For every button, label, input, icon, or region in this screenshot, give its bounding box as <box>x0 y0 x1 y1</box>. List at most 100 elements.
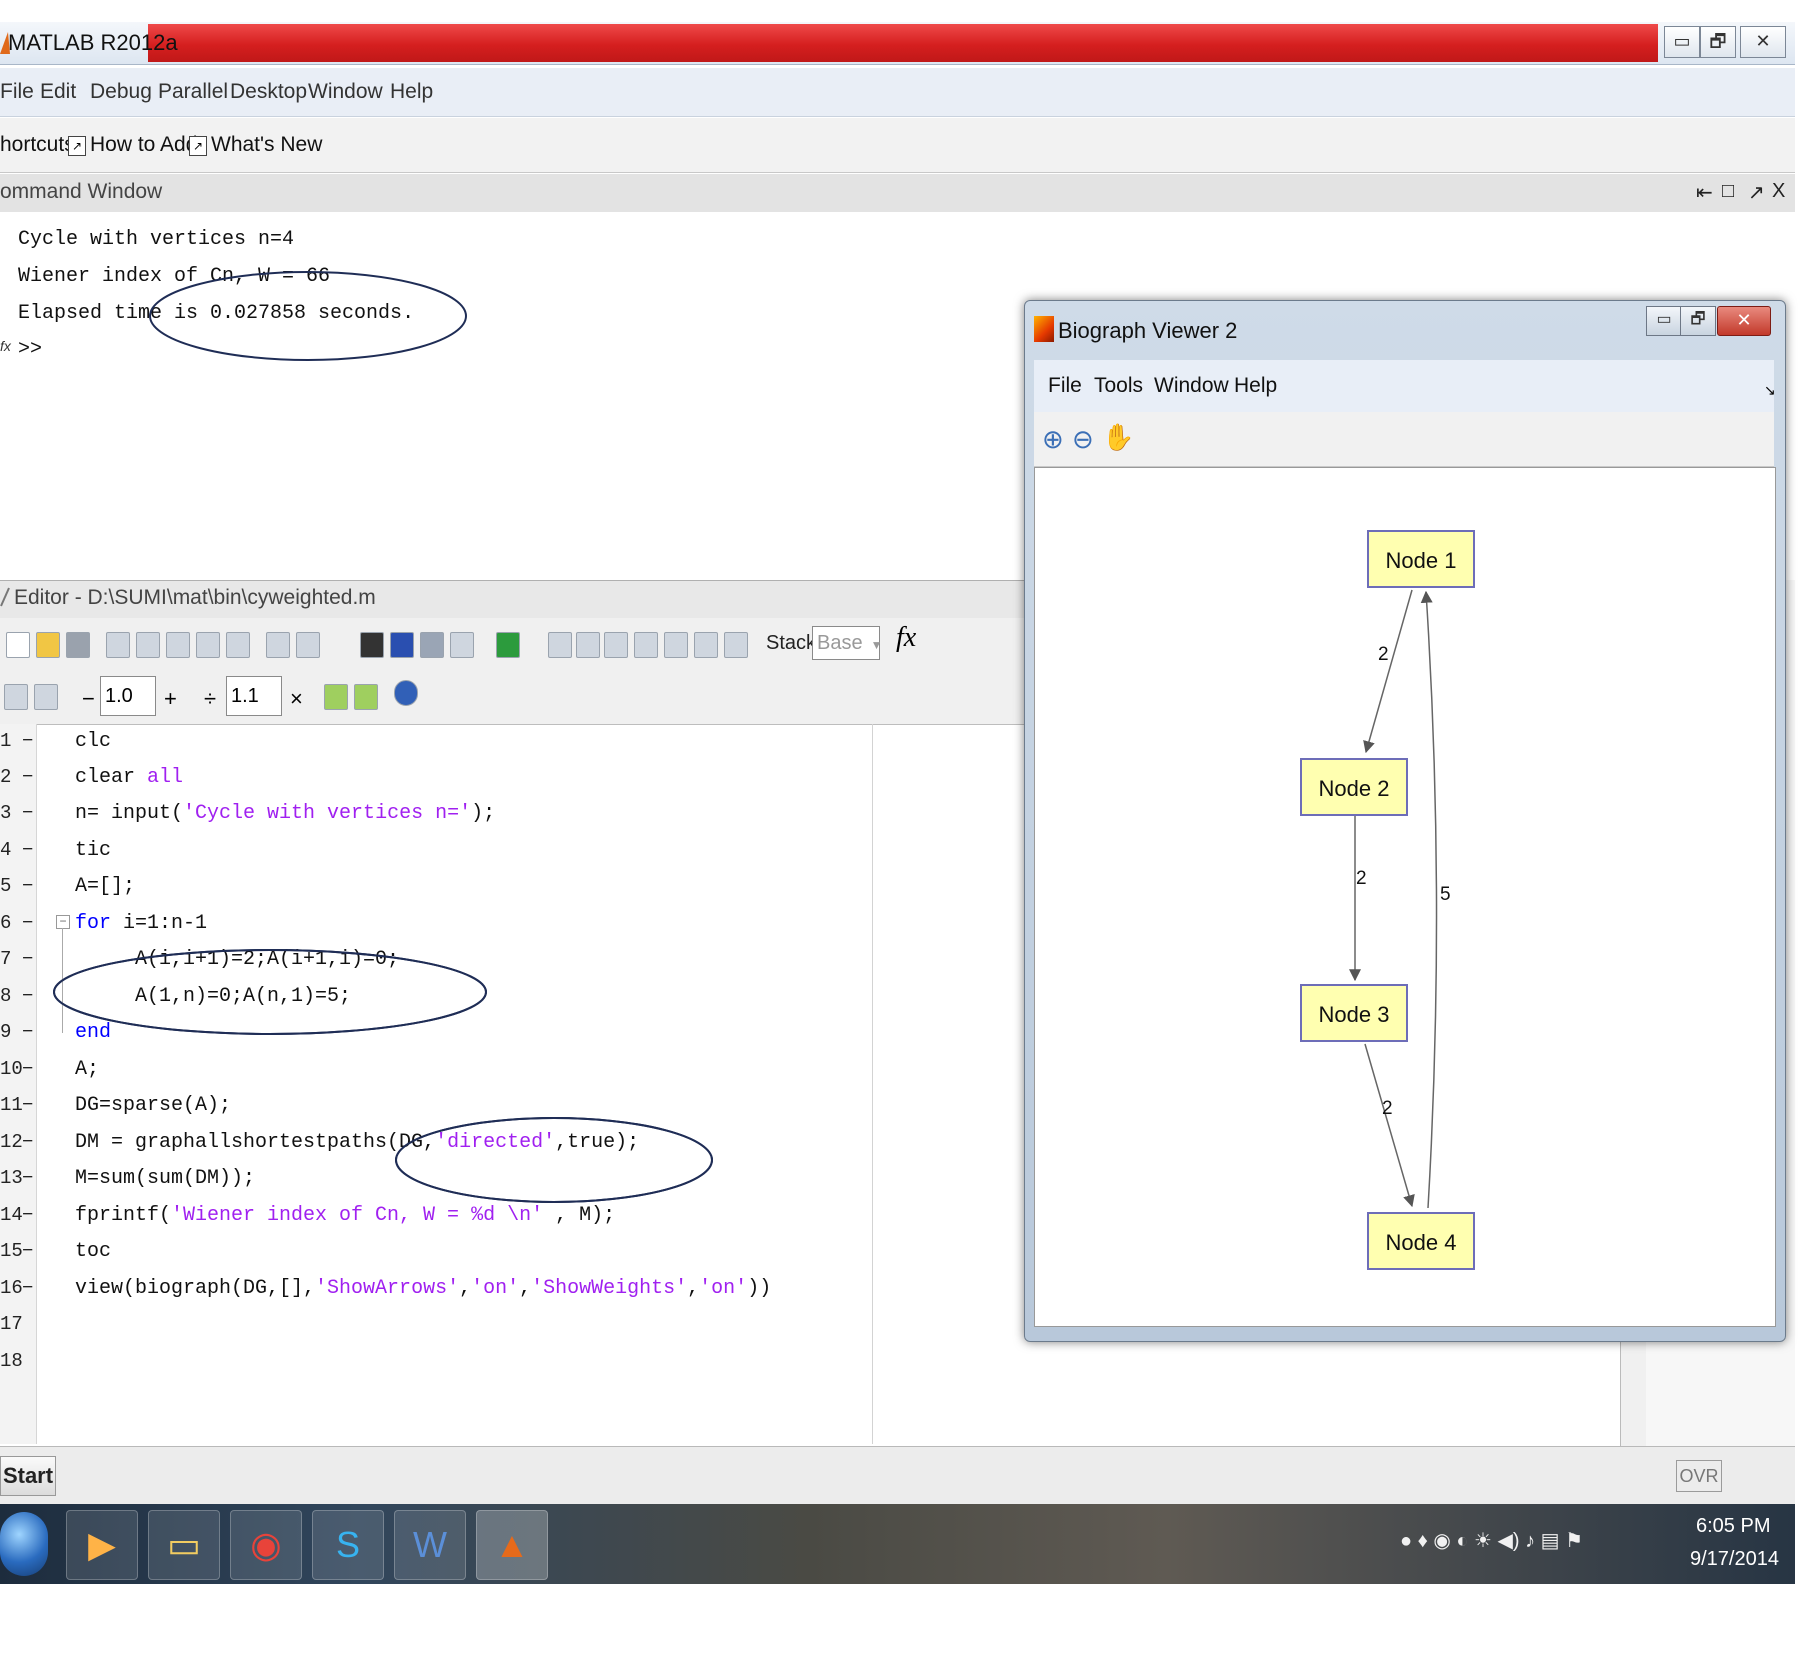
executable-marker[interactable]: − <box>22 1058 33 1080</box>
code-line[interactable]: A; <box>75 1058 99 1081</box>
undo-icon[interactable] <box>196 632 220 658</box>
code-line[interactable]: A(1,n)=0;A(n,1)=5; <box>75 985 351 1008</box>
executable-marker[interactable]: − <box>22 912 33 934</box>
menu-parallel[interactable]: Parallel <box>158 80 228 104</box>
how-to-add-link[interactable]: How to Add <box>90 133 197 157</box>
executable-marker[interactable]: − <box>22 802 33 824</box>
code-line[interactable]: DG=sparse(A); <box>75 1094 231 1117</box>
executable-marker[interactable]: − <box>22 1167 33 1189</box>
biograph-canvas[interactable] <box>1034 467 1776 1327</box>
graph-node[interactable]: Node 3 <box>1300 984 1408 1042</box>
code-line[interactable]: DM = graphallshortestpaths(DG,'directed'… <box>75 1131 639 1154</box>
command-prompt[interactable]: >> <box>18 338 42 361</box>
taskbar-word[interactable]: W <box>394 1510 466 1580</box>
print-icon[interactable] <box>266 632 290 658</box>
multiply-icon[interactable]: × <box>290 686 303 712</box>
graph-node[interactable]: Node 4 <box>1367 1212 1475 1270</box>
code-line[interactable]: tic <box>75 839 111 862</box>
code-line[interactable]: n= input('Cycle with vertices n='); <box>75 802 495 825</box>
run-icon[interactable] <box>496 632 520 658</box>
clear-breakpoints-icon[interactable] <box>576 632 600 658</box>
breakpoint-icon[interactable] <box>548 632 572 658</box>
continue-icon[interactable] <box>694 632 718 658</box>
menu-desktop[interactable]: Desktop <box>230 80 307 104</box>
graph-node[interactable]: Node 1 <box>1367 530 1475 588</box>
step-in-icon[interactable] <box>634 632 658 658</box>
go-forward-icon[interactable] <box>420 632 444 658</box>
taskbar-media-player[interactable]: ▶ <box>66 1510 138 1580</box>
cell-increment-field[interactable]: 1.0 <box>100 676 156 716</box>
zoom-in-icon[interactable]: ⊕ <box>1042 424 1064 455</box>
redo-icon[interactable] <box>226 632 250 658</box>
executable-marker[interactable]: − <box>22 875 33 897</box>
fx-icon[interactable]: fx <box>896 622 916 654</box>
biograph-close-button[interactable]: ✕ <box>1717 306 1771 336</box>
cut-icon[interactable] <box>106 632 130 658</box>
cell-eval-advance-icon[interactable] <box>34 684 58 710</box>
executable-marker[interactable]: − <box>22 985 33 1007</box>
biograph-maximize-button[interactable]: 🗗 <box>1680 306 1716 336</box>
pin-icon[interactable]: ↗ <box>1748 180 1765 205</box>
code-line[interactable]: fprintf('Wiener index of Cn, W = %d \n' … <box>75 1204 615 1227</box>
pan-hand-icon[interactable]: ✋ <box>1102 422 1134 453</box>
code-line[interactable]: M=sum(sum(DM)); <box>75 1167 255 1190</box>
executable-marker[interactable]: − <box>22 730 33 752</box>
menu-help[interactable]: Help <box>390 80 433 104</box>
clock-date[interactable]: 9/17/2014 <box>1690 1548 1779 1571</box>
step-out-icon[interactable] <box>664 632 688 658</box>
executable-marker[interactable]: − <box>22 839 33 861</box>
tray-icons[interactable]: ● ♦ ◉ ◐ ☀ ◀) ♪ ▤ ⚑ <box>1400 1528 1583 1553</box>
whats-new-link[interactable]: What's New <box>211 133 322 157</box>
maximize-button[interactable]: 🗗 <box>1700 26 1736 58</box>
code-line[interactable]: clear all <box>75 766 183 789</box>
executable-marker[interactable]: − <box>22 1131 33 1153</box>
biograph-menu-window[interactable]: Window <box>1154 374 1229 398</box>
open-folder-icon[interactable] <box>36 632 60 658</box>
code-line[interactable]: for i=1:n-1 <box>75 912 207 935</box>
taskbar-skype[interactable]: S <box>312 1510 384 1580</box>
executable-marker[interactable]: − <box>22 1204 33 1226</box>
go-back-icon[interactable] <box>390 632 414 658</box>
executable-marker[interactable]: − <box>22 1094 33 1116</box>
increment-icon[interactable]: + <box>164 686 177 712</box>
fold-toggle-icon[interactable]: − <box>56 915 70 929</box>
maximize-panel-icon[interactable]: □ <box>1722 180 1734 203</box>
menu-edit[interactable]: Edit <box>40 80 76 104</box>
menu-debug[interactable]: Debug <box>90 80 152 104</box>
taskbar-matlab[interactable]: ▲ <box>476 1510 548 1580</box>
minimize-button[interactable]: ▭ <box>1664 26 1700 58</box>
cell-eval-icon[interactable] <box>4 684 28 710</box>
start-orb-icon[interactable] <box>0 1512 48 1576</box>
help-info-icon[interactable] <box>394 680 418 706</box>
decrement-icon[interactable]: − <box>82 686 95 712</box>
cell-multiplier-field[interactable]: 1.1 <box>226 676 282 716</box>
shortcuts-label[interactable]: hortcuts <box>0 133 75 157</box>
close-button[interactable]: ✕ <box>1740 26 1786 58</box>
start-button[interactable]: Start <box>0 1456 56 1496</box>
executable-marker[interactable]: − <box>22 766 33 788</box>
code-line[interactable]: clc <box>75 730 111 753</box>
code-line[interactable]: A=[]; <box>75 875 135 898</box>
code-line[interactable]: A(i,i+1)=2;A(i+1,i)=0; <box>75 948 399 971</box>
code-line[interactable]: view(biograph(DG,[],'ShowArrows','on','S… <box>75 1277 771 1300</box>
save-icon[interactable] <box>66 632 90 658</box>
stack-select[interactable]: Base ▼ <box>812 626 882 660</box>
undock-icon[interactable]: ⇤ <box>1696 180 1713 205</box>
paste-icon[interactable] <box>166 632 190 658</box>
biograph-menu-tools[interactable]: Tools <box>1094 374 1143 398</box>
step-icon[interactable] <box>604 632 628 658</box>
zoom-out-icon[interactable]: ⊖ <box>1072 424 1094 455</box>
taskbar-file-explorer[interactable]: ▭ <box>148 1510 220 1580</box>
code-line[interactable]: toc <box>75 1240 111 1263</box>
copy-icon[interactable] <box>136 632 160 658</box>
menu-window[interactable]: Window <box>308 80 383 104</box>
executable-marker[interactable]: − <box>22 1021 33 1043</box>
clock-time[interactable]: 6:05 PM <box>1696 1515 1770 1538</box>
taskbar-chrome[interactable]: ◉ <box>230 1510 302 1580</box>
close-panel-icon[interactable]: X <box>1772 180 1785 203</box>
function-browser-icon[interactable] <box>450 632 474 658</box>
exit-debug-icon[interactable] <box>724 632 748 658</box>
menu-file[interactable]: File <box>0 80 34 104</box>
show-cell-titles-icon[interactable] <box>324 684 348 710</box>
publish-icon[interactable] <box>296 632 320 658</box>
